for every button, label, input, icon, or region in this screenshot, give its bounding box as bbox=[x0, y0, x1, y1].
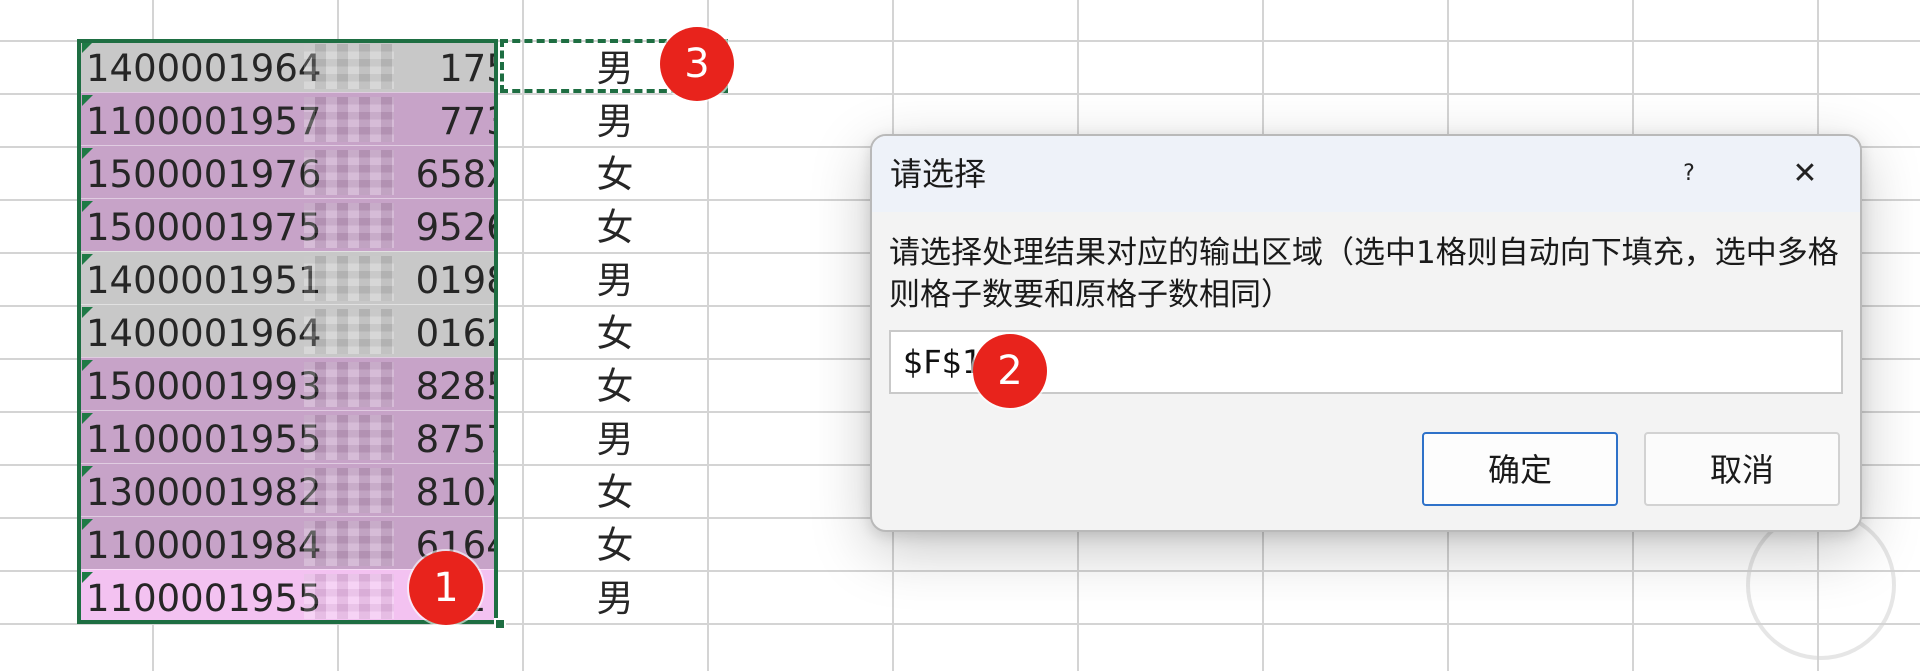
cell-b9[interactable]: 女 bbox=[500, 466, 730, 519]
cell-b8[interactable]: 男 bbox=[500, 413, 730, 466]
dialog-prompt: 请选择处理结果对应的输出区域（选中1格则自动向下填充，选中多格则格子数要和原格子… bbox=[889, 235, 1839, 313]
step-badge-1: 1 bbox=[409, 551, 483, 625]
help-button[interactable]: ? bbox=[1660, 150, 1718, 198]
close-button[interactable]: ✕ bbox=[1776, 150, 1834, 198]
dialog-title: 请选择 bbox=[890, 155, 987, 193]
fill-handle[interactable] bbox=[494, 618, 506, 630]
ok-button[interactable]: 确定 bbox=[1422, 432, 1618, 506]
cell-b10[interactable]: 女 bbox=[500, 519, 730, 572]
cell-b2[interactable]: 男 bbox=[500, 95, 730, 148]
watermark-logo-icon bbox=[1746, 510, 1896, 660]
cell-b6[interactable]: 女 bbox=[500, 307, 730, 360]
dialog-titlebar[interactable]: 请选择 ? ✕ bbox=[872, 136, 1860, 212]
help-icon: ? bbox=[1683, 161, 1695, 186]
cell-b3[interactable]: 女 bbox=[500, 148, 730, 201]
step-badge-3: 3 bbox=[660, 27, 734, 101]
cell-b7[interactable]: 女 bbox=[500, 360, 730, 413]
step-badge-2: 2 bbox=[973, 334, 1047, 408]
selection-range-border bbox=[77, 39, 498, 624]
cancel-button[interactable]: 取消 bbox=[1644, 432, 1840, 506]
cell-b11[interactable]: 男 bbox=[500, 572, 730, 625]
select-output-dialog: 请选择 ? ✕ 请选择处理结果对应的输出区域（选中1格则自动向下填充，选中多格则… bbox=[870, 134, 1862, 532]
cell-b5[interactable]: 男 bbox=[500, 254, 730, 307]
cell-b4[interactable]: 女 bbox=[500, 201, 730, 254]
close-icon: ✕ bbox=[1792, 156, 1818, 191]
